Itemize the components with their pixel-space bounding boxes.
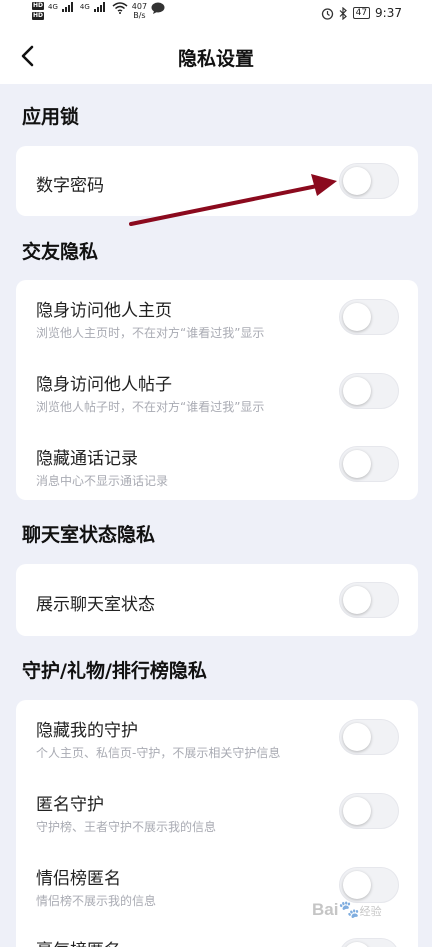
card-social-privacy: 隐身访问他人主页 浏览他人主页时，不在对方“谁看过我”显示 隐身访问他人帖子 浏… (16, 280, 418, 500)
paw-icon: 🐾 (338, 900, 360, 919)
toggle-knob (343, 377, 371, 405)
section-title-app-lock: 应用锁 (22, 106, 80, 128)
setting-row: 隐身访问他人主页 浏览他人主页时，不在对方“谁看过我”显示 (16, 280, 418, 354)
setting-description: 个人主页、私信页-守护，不展示相关守护信息 (36, 746, 281, 760)
toggle-knob (343, 942, 371, 947)
setting-label: 豪气榜匿名 (36, 936, 121, 947)
card-chatroom-privacy: 展示聊天室状态 (16, 564, 418, 636)
wifi-icon (112, 2, 128, 14)
hd-icon: HD (32, 12, 45, 20)
signal-icon (93, 2, 108, 12)
setting-label: 展示聊天室状态 (36, 595, 155, 615)
invisible-visit-posts-toggle[interactable] (339, 373, 399, 409)
setting-description: 守护榜、王者守护不展示我的信息 (36, 820, 217, 834)
battery-icon: 47 (352, 7, 371, 19)
toggle-knob (343, 723, 371, 751)
toggle-knob (343, 303, 371, 331)
hd-icon: HD (32, 2, 45, 10)
status-right: 47 9:37 (321, 6, 402, 20)
setting-row: 数字密码 (16, 146, 418, 216)
setting-label: 匿名守护 (36, 795, 104, 815)
generosity-rank-anonymous-toggle[interactable] (339, 938, 399, 947)
toggle-knob (343, 871, 371, 899)
setting-row: 豪气榜匿名 (16, 922, 418, 947)
message-icon (151, 2, 165, 14)
setting-label: 隐藏通话记录 (36, 449, 138, 469)
alarm-icon (321, 7, 333, 20)
setting-label: 隐身访问他人主页 (36, 301, 172, 321)
setting-label: 隐藏我的守护 (36, 721, 138, 741)
bluetooth-icon (339, 6, 347, 20)
setting-row: 展示聊天室状态 (16, 564, 418, 636)
setting-description: 情侣榜不展示我的信息 (36, 894, 157, 908)
status-bar: HD HD 4G 4G 407 B/s 47 9:37 (0, 0, 432, 28)
page-title: 隐私设置 (177, 48, 254, 70)
invisible-visit-homepage-toggle[interactable] (339, 299, 399, 335)
setting-row: 隐身访问他人帖子 浏览他人帖子时，不在对方“谁看过我”显示 (16, 354, 418, 428)
anonymous-guard-toggle[interactable] (339, 793, 399, 829)
baidu-watermark: Bai🐾经验 (312, 900, 382, 919)
status-left: HD HD 4G 4G 407 B/s (32, 2, 165, 20)
hide-call-records-toggle[interactable] (339, 446, 399, 482)
setting-description: 浏览他人主页时，不在对方“谁看过我”显示 (36, 326, 265, 340)
hide-my-guard-toggle[interactable] (339, 719, 399, 755)
digit-password-toggle[interactable] (339, 163, 399, 199)
setting-description: 浏览他人帖子时，不在对方“谁看过我”显示 (36, 400, 265, 414)
section-title-chatroom-privacy: 聊天室状态隐私 (22, 524, 156, 546)
setting-description: 消息中心不显示通话记录 (36, 474, 169, 488)
top-bar: HD HD 4G 4G 407 B/s 47 9:37 隐私设置 (0, 0, 432, 84)
couple-rank-anonymous-toggle[interactable] (339, 867, 399, 903)
setting-label: 情侣榜匿名 (36, 869, 121, 889)
setting-label: 隐身访问他人帖子 (36, 375, 172, 395)
network-type: 4G (79, 3, 90, 11)
setting-row: 匿名守护 守护榜、王者守护不展示我的信息 (16, 774, 418, 848)
section-title-social-privacy: 交友隐私 (22, 241, 99, 263)
toggle-knob (343, 797, 371, 825)
network-type: 4G (48, 3, 58, 11)
card-app-lock: 数字密码 (16, 146, 418, 216)
setting-row: 隐藏通话记录 消息中心不显示通话记录 (16, 428, 418, 500)
toggle-knob (343, 167, 371, 195)
toggle-knob (343, 586, 371, 614)
section-title-guard-privacy: 守护/礼物/排行榜隐私 (22, 660, 207, 682)
show-chatroom-status-toggle[interactable] (339, 582, 399, 618)
toggle-knob (343, 450, 371, 478)
status-time: 9:37 (375, 6, 402, 20)
signal-icon (61, 2, 76, 12)
setting-row: 隐藏我的守护 个人主页、私信页-守护，不展示相关守护信息 (16, 700, 418, 774)
net-speed: 407 B/s (131, 2, 148, 20)
setting-label: 数字密码 (36, 176, 104, 196)
hd-badges: HD HD (32, 2, 45, 20)
